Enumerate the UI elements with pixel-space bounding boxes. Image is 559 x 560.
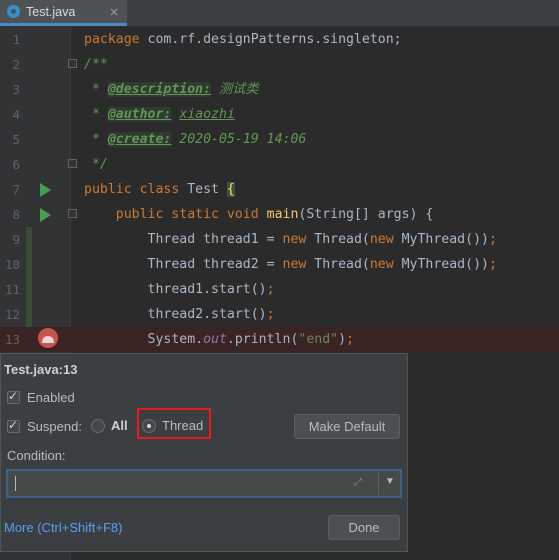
more-link[interactable]: More (Ctrl+Shift+F8) <box>4 520 122 535</box>
code-text[interactable]: public class Test { <box>84 177 235 202</box>
run-main-icon[interactable] <box>40 208 51 222</box>
code-line[interactable]: 8 public static void main(String[] args)… <box>0 202 559 227</box>
tab-label: Test.java <box>26 4 76 19</box>
code-text[interactable]: Thread thread2 = new Thread(new MyThread… <box>84 252 497 277</box>
popup-title: Test.java:13 <box>4 362 78 377</box>
highlight-box <box>137 408 211 439</box>
run-class-icon[interactable] <box>40 183 51 197</box>
java-class-icon <box>7 5 20 18</box>
line-number: 6 <box>12 157 20 172</box>
expand-icon[interactable]: ⤢ <box>354 477 362 488</box>
line-number: 3 <box>12 82 20 97</box>
suspend-checkbox[interactable] <box>7 418 20 433</box>
line-number: 4 <box>12 107 20 122</box>
code-text[interactable]: * @create: 2020-05-19 14:06 <box>84 127 306 152</box>
code-text[interactable]: Thread thread1 = new Thread(new MyThread… <box>84 227 497 252</box>
condition-combobox[interactable]: ⤢ ▼ <box>7 470 401 497</box>
line-number: 5 <box>12 132 20 147</box>
code-line[interactable]: 3 * @description: 测试类 <box>0 77 559 102</box>
code-line[interactable]: 5 * @create: 2020-05-19 14:06 <box>0 127 559 152</box>
code-text[interactable]: public static void main(String[] args) { <box>84 202 434 227</box>
enabled-checkbox[interactable] <box>7 389 20 404</box>
tab-test-java[interactable]: Test.java × <box>0 0 127 26</box>
suspend-label[interactable]: Suspend: <box>27 419 82 434</box>
done-button[interactable]: Done <box>328 515 400 540</box>
line-number: 12 <box>4 307 20 322</box>
code-line[interactable]: 2 /** <box>0 52 559 77</box>
line-number: 2 <box>12 57 20 72</box>
code-text[interactable]: System.out.println("end"); <box>84 327 354 352</box>
line-number: 8 <box>12 207 20 222</box>
fold-icon[interactable] <box>68 159 77 168</box>
code-line[interactable]: 6 */ <box>0 152 559 177</box>
fold-icon[interactable] <box>68 59 77 68</box>
line-number: 10 <box>4 257 20 272</box>
code-text[interactable]: /** <box>84 52 108 77</box>
code-line[interactable]: 7 public class Test { <box>0 177 559 202</box>
code-line[interactable]: 9 Thread thread1 = new Thread(new MyThre… <box>0 227 559 252</box>
code-text[interactable]: package com.rf.designPatterns.singleton; <box>84 27 402 52</box>
text-caret <box>15 476 16 491</box>
editor-tab-bar: Test.java × <box>0 0 559 27</box>
code-line[interactable]: 4 * @author: xiaozhi <box>0 102 559 127</box>
enabled-label[interactable]: Enabled <box>27 390 75 405</box>
fold-icon[interactable] <box>68 209 77 218</box>
line-number: 11 <box>4 282 20 297</box>
make-default-button[interactable]: Make Default <box>294 414 400 439</box>
breakpoint-icon[interactable] <box>38 328 58 348</box>
code-line[interactable]: 13 System.out.println("end"); <box>0 327 559 352</box>
chevron-down-icon[interactable]: ▼ <box>385 476 395 487</box>
condition-input[interactable] <box>10 473 382 494</box>
condition-label: Condition: <box>7 448 66 463</box>
code-line[interactable]: 10 Thread thread2 = new Thread(new MyThr… <box>0 252 559 277</box>
code-line[interactable]: 11 thread1.start(); <box>0 277 559 302</box>
code-text[interactable]: * @author: xiaozhi <box>84 102 235 127</box>
suspend-all-radio[interactable] <box>91 419 105 433</box>
code-text[interactable]: */ <box>84 152 108 177</box>
line-number: 13 <box>4 332 20 347</box>
line-number: 9 <box>12 232 20 247</box>
line-number: 1 <box>12 32 20 47</box>
breakpoint-properties-popup: Test.java:13 Enabled Suspend: All Thread… <box>0 353 408 552</box>
code-text[interactable]: thread2.start(); <box>84 302 275 327</box>
close-icon[interactable]: × <box>109 5 119 19</box>
code-line[interactable]: 12 thread2.start(); <box>0 302 559 327</box>
line-number: 7 <box>12 182 20 197</box>
code-line[interactable]: 1 package com.rf.designPatterns.singleton… <box>0 27 559 52</box>
suspend-all-label[interactable]: All <box>111 418 128 433</box>
code-text[interactable]: * @description: 测试类 <box>84 77 259 102</box>
code-text[interactable]: thread1.start(); <box>84 277 275 302</box>
